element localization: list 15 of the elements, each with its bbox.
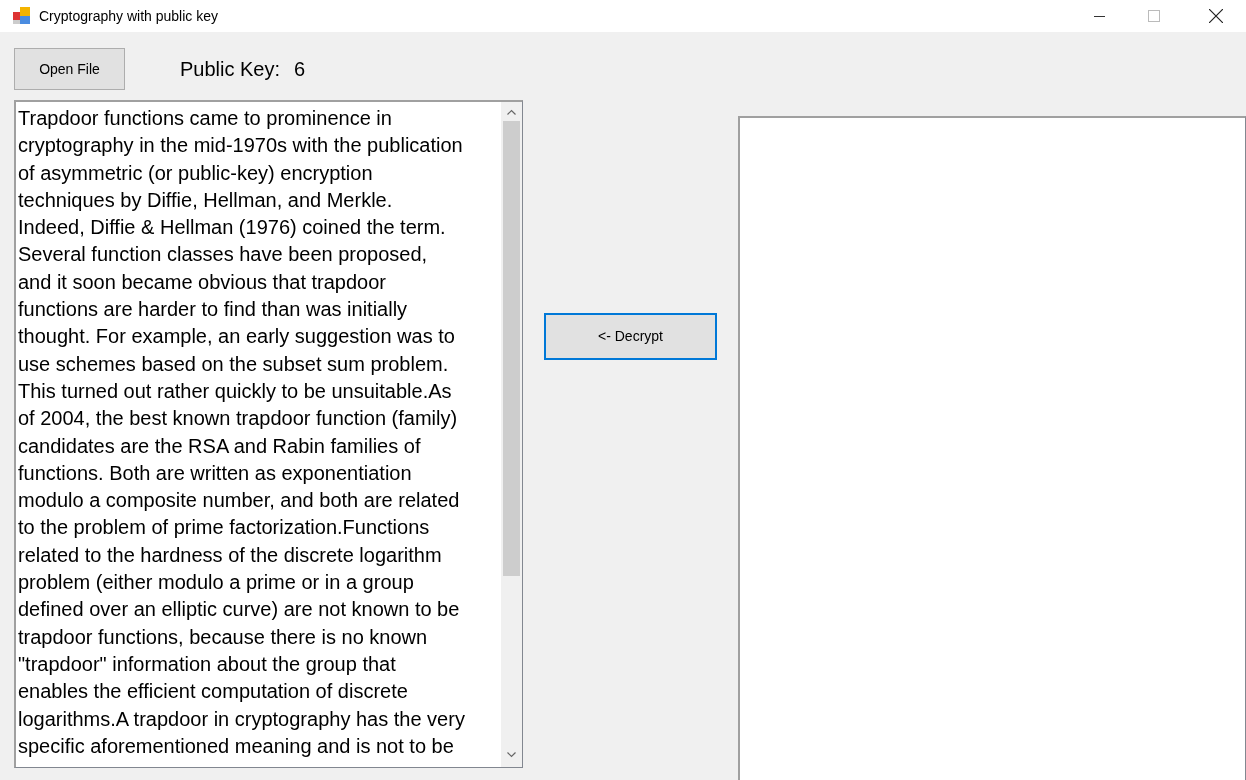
- scroll-down-icon[interactable]: [507, 752, 516, 758]
- decrypt-button[interactable]: <- Decrypt: [544, 313, 717, 360]
- scrollbar[interactable]: [501, 102, 522, 767]
- open-file-button[interactable]: Open File: [14, 48, 125, 90]
- window-title: Cryptography with public key: [39, 6, 218, 26]
- app-icon: [13, 7, 31, 25]
- output-text-box[interactable]: [738, 116, 1246, 780]
- close-icon: [1209, 9, 1223, 23]
- scrollbar-thumb[interactable]: [503, 121, 520, 576]
- public-key-value: 6: [294, 57, 306, 82]
- source-text: Trapdoor functions came to prominence in cryptography in the mid-1970s with the publication of asymmetric (or public-key) encryption techniques by Diffie, Hellman, and Merkle. Indeed, Diffie & Hellman (1976) coined the term. Several function classes have been proposed, and it soon became obvious that trapdoor functions are harder to find than was initially thought. For example, an early suggestion was to use schemes based on the subset sum problem. This turned out rather quickly to be unsuitable.As of 2004, the best known trapdoor function (family) candidates are the RSA and Rabin families of functions. Both are written as exponentiation modulo a composite number, and both are related to the problem of prime factorization.Functions related to the hardness of the discrete logarithm problem (either modulo a prime or in a group defined over an elliptic curve) are not known to be trapdoor functions, because there is no known "trapdoor" information about the group that enables the efficient computation of discrete logarithms.A trapdoor in cryptography has the very specific aforementioned meaning and is not to be: [17, 106, 466, 759]
- scroll-up-icon[interactable]: [507, 109, 516, 115]
- maximize-icon: [1148, 10, 1160, 22]
- public-key-label: Public Key:: [180, 57, 281, 82]
- minimize-icon: [1093, 15, 1105, 17]
